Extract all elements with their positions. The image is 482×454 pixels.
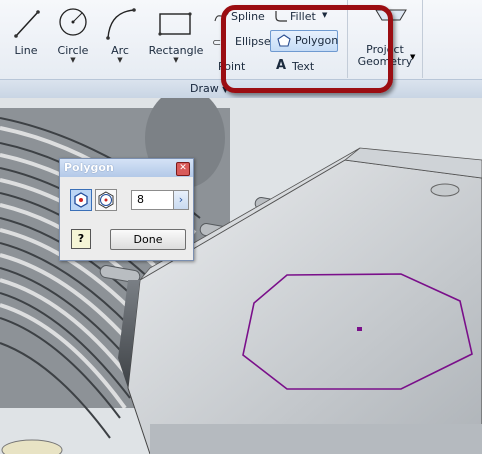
number-of-sides-field[interactable]: 8 › [131,190,189,210]
polygon-dialog: Polygon ✕ 8 › ? Done [59,158,194,261]
arc-dropdown-icon[interactable]: ▼ [100,56,140,64]
model-view [0,98,482,454]
sides-value: 8 [137,193,144,206]
ellipse-icon: ⊂ [212,36,222,49]
help-button[interactable]: ? [71,229,91,249]
rectangle-icon [158,12,192,36]
ribbon-separator [422,0,423,78]
inscribed-polygon-icon [74,192,88,208]
project-geometry-dropdown-icon[interactable]: ▼ [410,53,415,61]
arc-icon [106,8,136,40]
draw-group-title: Draw [190,82,219,95]
graphics-viewport[interactable] [0,98,482,454]
dialog-title: Polygon [64,161,114,174]
annotation-highlight-ring [221,5,393,93]
circle-icon [59,8,87,36]
circumscribed-mode-button[interactable] [95,189,117,211]
line-label: Line [14,44,38,57]
done-button[interactable]: Done [110,229,186,250]
chevron-right-icon[interactable]: › [173,191,188,209]
inscribed-mode-button[interactable] [70,189,92,211]
circle-dropdown-icon[interactable]: ▼ [52,56,94,64]
circumscribed-polygon-icon [98,191,114,209]
dialog-title-bar[interactable]: Polygon ✕ [60,159,193,177]
close-icon[interactable]: ✕ [176,162,190,176]
line-icon [14,10,40,38]
rectangle-dropdown-icon[interactable]: ▼ [148,56,204,64]
